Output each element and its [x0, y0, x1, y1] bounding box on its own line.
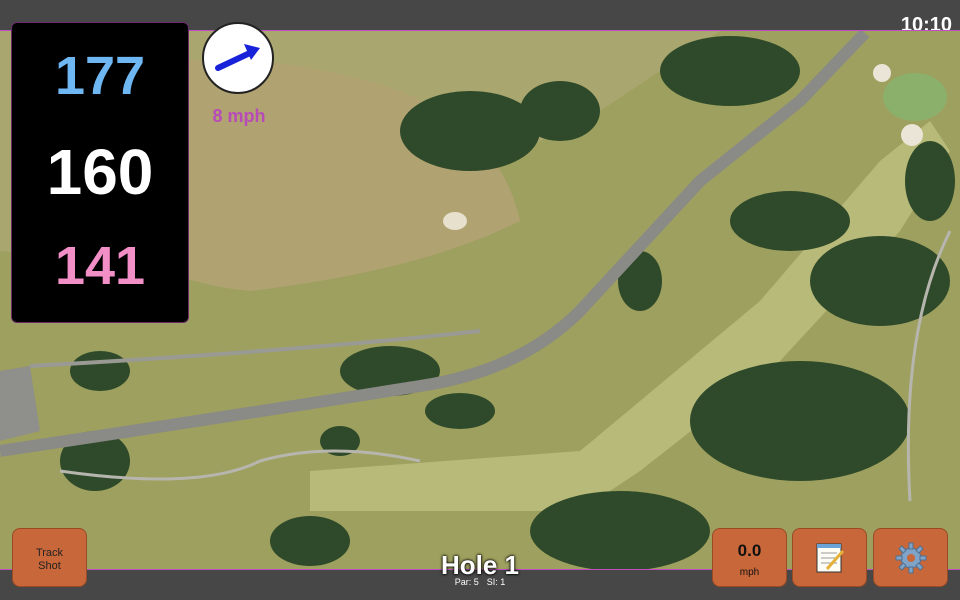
speed-value: 0.0: [737, 541, 762, 560]
track-shot-button[interactable]: Track Shot: [12, 528, 87, 587]
track-shot-label-line1: Track: [35, 547, 64, 559]
hole-stroke-index: SI: 1: [486, 577, 506, 587]
settings-button[interactable]: [873, 528, 948, 587]
wind-speed-label: 8 mph: [212, 106, 266, 126]
distance-middle: 160: [46, 136, 154, 208]
distance-front: 141: [54, 236, 146, 296]
hole-meta: Par: 5 SI: 1: [380, 577, 580, 587]
speed-button[interactable]: 0.0 mph: [712, 528, 787, 587]
wind-indicator: [202, 22, 274, 94]
arrow-right-icon: [215, 44, 260, 71]
distance-back: 177: [54, 46, 146, 106]
notepad-icon: [816, 543, 845, 573]
speed-unit: mph: [739, 567, 760, 578]
notes-button[interactable]: [792, 528, 867, 587]
track-shot-label-line2: Shot: [38, 560, 61, 572]
distance-panel: 177 160 141: [11, 22, 189, 323]
gear-icon: [895, 542, 927, 574]
hole-par: Par: 5: [454, 577, 479, 587]
